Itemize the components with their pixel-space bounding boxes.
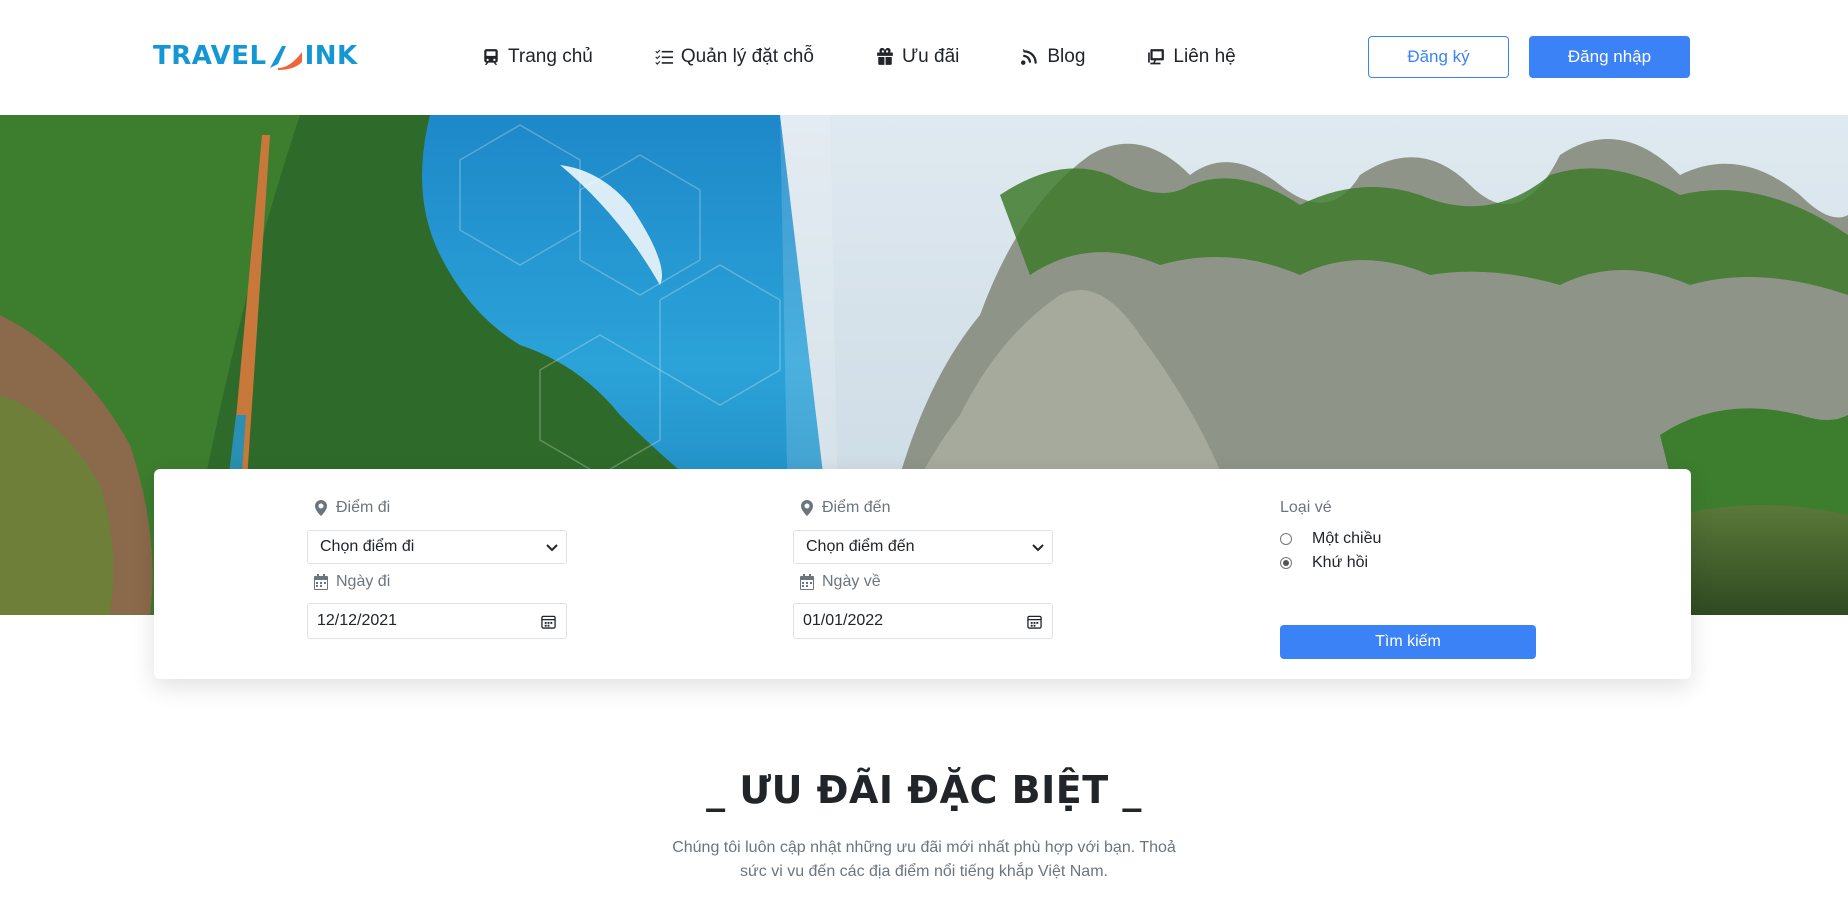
map-marker-icon [801,500,813,516]
ticket-search-form: Điểm đi Chọn điểm đi Ngày đi 12/12/2021 … [154,469,1691,679]
one-way-label: Một chiều [1312,530,1382,547]
return-date-input[interactable]: 01/01/2022 [793,603,1053,639]
calendar-icon [314,574,328,590]
one-way-radio[interactable] [1280,533,1292,545]
depart-label-text: Ngày đi [336,573,391,590]
round-trip-radio[interactable] [1280,557,1292,569]
search-button[interactable]: Tìm kiếm [1280,625,1536,659]
nav-label: Quản lý đặt chỗ [680,46,814,67]
logo-mark-icon [269,46,302,70]
to-select[interactable]: Chọn điểm đến [793,530,1053,564]
nav-item-offers[interactable]: Ưu đãi [876,46,959,68]
round-trip-option[interactable]: Khứ hồi [1280,554,1368,572]
to-label: Điểm đến [800,499,890,517]
map-marker-icon [315,500,327,516]
ticket-type-label: Loại vé [1280,499,1332,517]
travellink-logo[interactable]: TRAVEL INK [153,40,358,72]
navbar: TRAVEL INK Trang chủ Quản lý đặt chỗ Ưu … [0,0,1848,115]
from-label: Điểm đi [314,499,390,517]
main-nav: Trang chủ Quản lý đặt chỗ Ưu đãi Blog Li… [482,42,1236,72]
logo-text-ink: INK [304,41,358,71]
nav-item-blog[interactable]: Blog [1021,46,1085,68]
one-way-option[interactable]: Một chiều [1280,530,1381,548]
nav-label: Ưu đãi [901,46,960,67]
from-select-value: Chọn điểm đi [320,538,415,555]
to-select-value: Chọn điểm đến [806,538,915,555]
special-offers-title: _ ƯU ĐÃI ĐẶC BIỆT _ [706,768,1142,812]
chevron-down-icon [1032,544,1044,552]
nav-item-bookings[interactable]: Quản lý đặt chỗ [655,46,814,68]
nav-label: Blog [1047,46,1086,67]
logo-text-travel: TRAVEL [153,41,267,71]
date-picker-icon[interactable] [1027,614,1042,629]
depart-label: Ngày đi [314,573,390,591]
ticket-type-label-text: Loại vé [1280,499,1332,516]
return-date-value: 01/01/2022 [803,612,884,629]
contact-icon [1148,49,1165,65]
train-icon [484,49,498,65]
return-label: Ngày về [800,573,881,591]
gift-icon [877,48,893,65]
login-button[interactable]: Đăng nhập [1529,36,1690,78]
depart-date-input[interactable]: 12/12/2021 [307,603,567,639]
date-picker-icon[interactable] [541,614,556,629]
register-button[interactable]: Đăng ký [1368,36,1509,78]
special-offers-description: Chúng tôi luôn cập nhật những ưu đãi mới… [672,839,1176,880]
blog-icon [1021,49,1038,65]
depart-date-value: 12/12/2021 [317,612,398,629]
checklist-icon [655,49,673,65]
return-label-text: Ngày về [822,573,881,590]
from-select[interactable]: Chọn điểm đi [307,530,567,564]
chevron-down-icon [546,544,558,552]
nav-label: Liên hệ [1173,46,1236,67]
from-label-text: Điểm đi [336,499,391,516]
round-trip-label: Khứ hồi [1312,554,1369,571]
nav-label: Trang chủ [508,46,593,67]
nav-item-home[interactable]: Trang chủ [482,46,593,68]
nav-item-contact[interactable]: Liên hệ [1147,46,1236,68]
calendar-icon [800,574,814,590]
to-label-text: Điểm đến [822,499,891,516]
